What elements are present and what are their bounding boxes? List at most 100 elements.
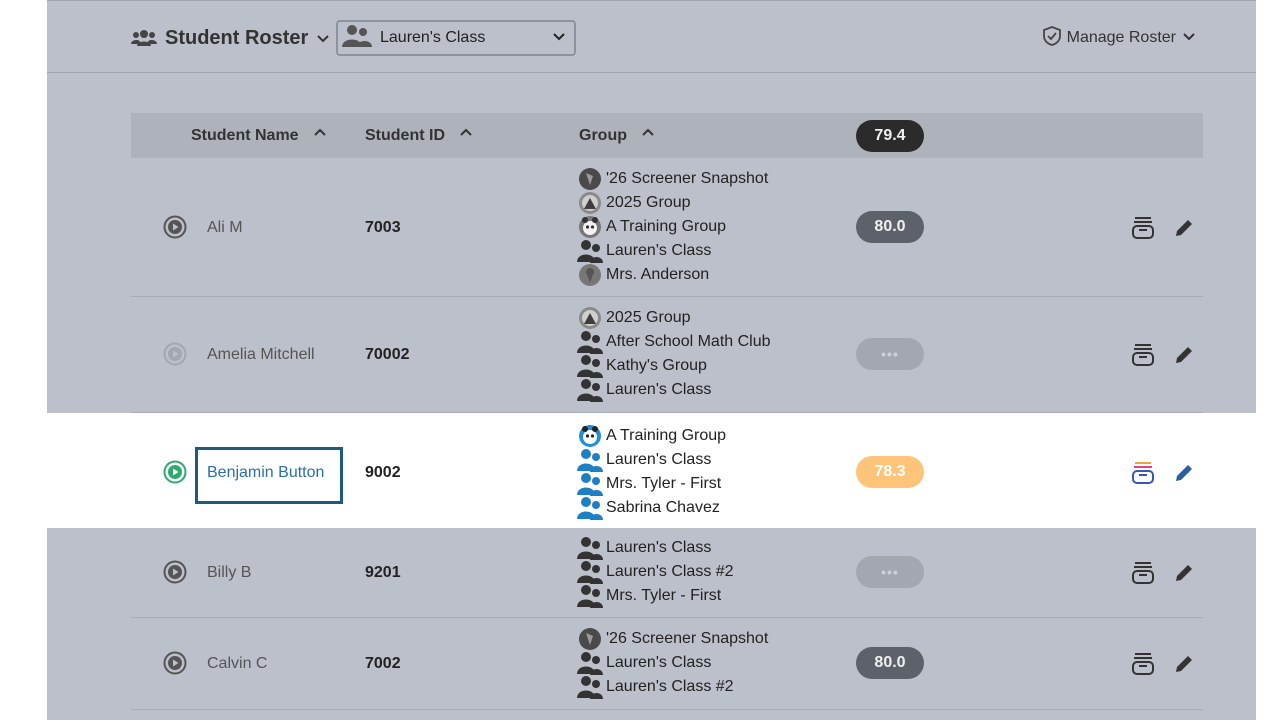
play-icon[interactable] bbox=[163, 215, 187, 239]
mountain-badge-icon bbox=[577, 191, 605, 215]
chevron-up-icon bbox=[459, 126, 473, 145]
group-icon bbox=[577, 496, 605, 520]
group-icon bbox=[577, 651, 605, 675]
group-label: Mrs. Anderson bbox=[606, 266, 710, 283]
column-header-id: Student ID bbox=[365, 126, 445, 144]
mountain-badge-icon bbox=[577, 306, 605, 330]
group-item: Lauren's Class bbox=[577, 239, 768, 263]
column-header-name: Student Name bbox=[191, 126, 299, 144]
group-item: A Training Group bbox=[577, 424, 726, 448]
class-select-value: Lauren's Class bbox=[380, 29, 486, 46]
group-item: After School Math Club bbox=[577, 330, 771, 354]
group-item: 2025 Group bbox=[577, 191, 768, 215]
group-icon bbox=[577, 472, 605, 496]
student-name-link[interactable]: Calvin C bbox=[207, 655, 267, 673]
play-icon[interactable] bbox=[163, 560, 187, 584]
group-list: '26 Screener Snapshot Lauren's Class Lau… bbox=[577, 627, 768, 699]
group-icon bbox=[577, 448, 605, 472]
group-label: Lauren's Class #2 bbox=[606, 678, 734, 695]
screener-icon bbox=[577, 627, 605, 651]
group-icon bbox=[342, 24, 372, 53]
top-bar: Student Roster Lauren's Class Manage Ros… bbox=[47, 0, 1256, 73]
archive-icon[interactable] bbox=[1130, 215, 1156, 241]
score-badge: 78.3 bbox=[856, 456, 924, 488]
group-label: Lauren's Class #2 bbox=[606, 563, 734, 580]
student-id: 9201 bbox=[365, 564, 401, 581]
average-score-badge: 79.4 bbox=[856, 120, 924, 152]
table-row-selected: Benjamin Button 9002 A Training Group La… bbox=[47, 413, 1256, 528]
group-icon bbox=[577, 675, 605, 699]
panda-icon bbox=[577, 215, 605, 239]
table-row: Calvin C 7002 '26 Screener Snapshot Laur… bbox=[47, 618, 1256, 710]
group-label: '26 Screener Snapshot bbox=[606, 630, 769, 647]
group-item: Lauren's Class bbox=[577, 651, 768, 675]
group-label: Lauren's Class bbox=[606, 654, 712, 671]
group-item: A Training Group bbox=[577, 215, 768, 239]
pencil-icon[interactable] bbox=[1173, 462, 1195, 484]
chevron-down-icon bbox=[316, 31, 330, 45]
student-name-link[interactable]: Amelia Mitchell bbox=[207, 346, 315, 364]
pencil-icon[interactable] bbox=[1173, 653, 1195, 675]
group-item: 2025 Group bbox=[577, 306, 771, 330]
group-icon bbox=[577, 560, 605, 584]
sort-group[interactable]: Group bbox=[579, 113, 655, 158]
archive-icon[interactable] bbox=[1130, 342, 1156, 368]
manage-roster-label: Manage Roster bbox=[1066, 29, 1176, 46]
pencil-icon[interactable] bbox=[1173, 562, 1195, 584]
group-label: '26 Screener Snapshot bbox=[606, 170, 769, 187]
score-badge: ••• bbox=[856, 338, 924, 370]
student-roster-menu[interactable]: Student Roster bbox=[131, 23, 330, 53]
play-icon[interactable] bbox=[163, 460, 187, 484]
group-label: Mrs. Tyler - First bbox=[606, 587, 722, 604]
score-badge: 80.0 bbox=[856, 211, 924, 243]
student-name-link[interactable]: Billy B bbox=[207, 564, 251, 582]
group-label: Lauren's Class bbox=[606, 539, 712, 556]
score-badge: ••• bbox=[856, 556, 924, 588]
group-list: 2025 Group After School Math Club Kathy'… bbox=[577, 306, 771, 402]
play-icon[interactable] bbox=[163, 342, 187, 366]
group-item: Lauren's Class bbox=[577, 448, 726, 472]
group-label: Lauren's Class bbox=[606, 381, 712, 398]
sort-student-name[interactable]: Student Name bbox=[191, 113, 327, 158]
pencil-icon[interactable] bbox=[1173, 217, 1195, 239]
group-label: 2025 Group bbox=[606, 194, 691, 211]
group-icon bbox=[577, 378, 605, 402]
archive-icon[interactable] bbox=[1130, 460, 1156, 486]
group-icon bbox=[577, 584, 605, 608]
archive-icon[interactable] bbox=[1130, 560, 1156, 586]
group-item: Sabrina Chavez bbox=[577, 496, 726, 520]
table-row: Ali M 7003 '26 Screener Snapshot 2025 Gr… bbox=[47, 158, 1256, 297]
group-label: A Training Group bbox=[606, 427, 727, 444]
student-name-link[interactable]: Benjamin Button bbox=[207, 464, 324, 482]
group-item: Kathy's Group bbox=[577, 354, 771, 378]
archive-icon[interactable] bbox=[1130, 651, 1156, 677]
ice-cream-icon bbox=[577, 263, 605, 287]
group-label: After School Math Club bbox=[606, 333, 771, 350]
student-id: 9002 bbox=[365, 464, 401, 481]
class-select[interactable]: Lauren's Class bbox=[336, 20, 576, 56]
roster-app: Student Roster Lauren's Class Manage Ros… bbox=[47, 0, 1256, 720]
group-label: Sabrina Chavez bbox=[606, 499, 720, 516]
group-item: Lauren's Class #2 bbox=[577, 560, 734, 584]
student-id: 7003 bbox=[365, 219, 401, 236]
group-label: 2025 Group bbox=[606, 309, 691, 326]
pencil-icon[interactable] bbox=[1173, 344, 1195, 366]
column-header-group: Group bbox=[579, 126, 627, 144]
group-label: Mrs. Tyler - First bbox=[606, 475, 722, 492]
student-name-link[interactable]: Ali M bbox=[207, 219, 243, 237]
chevron-up-icon bbox=[641, 126, 655, 145]
group-item: '26 Screener Snapshot bbox=[577, 627, 768, 651]
table-row: Billy B 9201 Lauren's Class Lauren's Cla… bbox=[47, 528, 1256, 618]
group-item: Mrs. Anderson bbox=[577, 263, 768, 287]
group-label: A Training Group bbox=[606, 218, 727, 235]
group-item: Mrs. Tyler - First bbox=[577, 472, 726, 496]
group-icon bbox=[577, 239, 605, 263]
sort-student-id[interactable]: Student ID bbox=[365, 113, 473, 158]
manage-roster-menu[interactable]: Manage Roster bbox=[1042, 25, 1196, 51]
play-icon[interactable] bbox=[163, 651, 187, 675]
chevron-down-icon bbox=[1182, 29, 1196, 48]
table-header: Student Name Student ID Group 79.4 bbox=[131, 113, 1203, 158]
page-title: Student Roster bbox=[165, 26, 309, 49]
group-item: Lauren's Class bbox=[577, 536, 734, 560]
row-divider bbox=[131, 709, 1203, 710]
